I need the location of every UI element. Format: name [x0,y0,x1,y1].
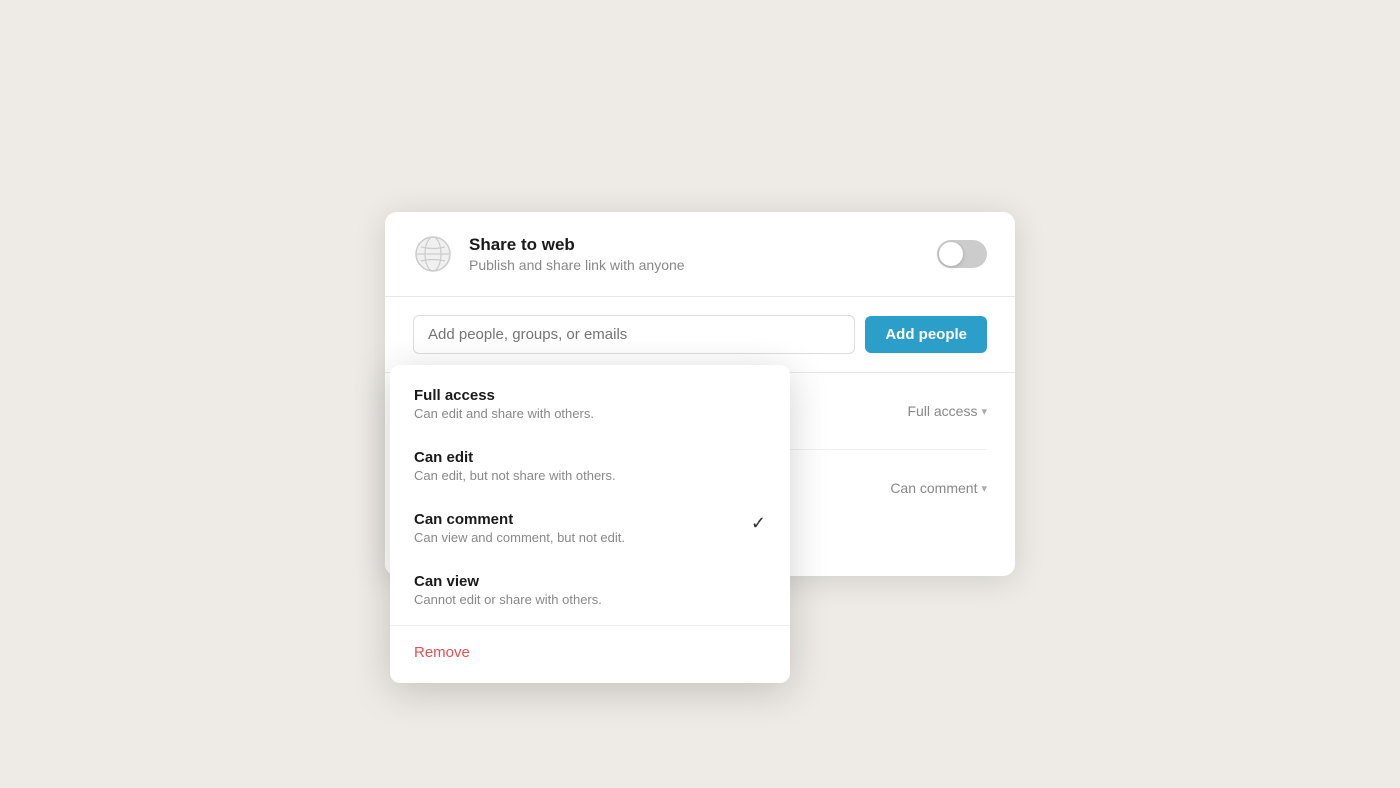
share-web-text: Share to web Publish and share link with… [469,235,921,273]
chevron-down-icon: ▾ [981,482,987,495]
share-to-web-section: Share to web Publish and share link with… [385,212,1015,297]
dropdown-item-content: Full access Can edit and share with othe… [414,387,766,421]
can-comment-label: Can comment [414,511,751,528]
check-icon: ✓ [751,513,766,534]
permission-remove[interactable]: Remove [390,630,790,675]
share-web-title: Share to web [469,235,921,255]
permission-can-view[interactable]: Can view Cannot edit or share with other… [390,559,790,621]
acme-access-label: Full access [907,403,977,419]
dropdown-item-content: Can view Cannot edit or share with other… [414,573,766,607]
chevron-down-icon: ▾ [981,405,987,418]
dropdown-item-content: Can comment Can view and comment, but no… [414,511,751,545]
permission-can-comment[interactable]: Can comment Can view and comment, but no… [390,497,790,559]
share-web-subtitle: Publish and share link with anyone [469,257,921,273]
add-people-button[interactable]: Add people [865,316,987,353]
dropdown-divider [390,625,790,626]
ada-access-label: Can comment [890,480,977,496]
add-people-input[interactable] [413,315,855,354]
toggle-knob [939,242,963,266]
full-access-label: Full access [414,387,766,404]
can-view-desc: Cannot edit or share with others. [414,592,766,607]
can-edit-label: Can edit [414,449,766,466]
add-people-row: Add people [385,297,1015,373]
can-view-label: Can view [414,573,766,590]
dropdown-item-content: Remove [414,644,766,661]
full-access-desc: Can edit and share with others. [414,406,766,421]
globe-icon [413,234,453,274]
permission-can-edit[interactable]: Can edit Can edit, but not share with ot… [390,435,790,497]
acme-access-dropdown[interactable]: Full access ▾ [907,403,987,419]
share-to-web-toggle[interactable] [937,240,987,268]
remove-label: Remove [414,644,766,661]
can-edit-desc: Can edit, but not share with others. [414,468,766,483]
ada-access-dropdown[interactable]: Can comment ▾ [890,480,987,496]
dropdown-item-content: Can edit Can edit, but not share with ot… [414,449,766,483]
can-comment-desc: Can view and comment, but not edit. [414,530,751,545]
permission-full-access[interactable]: Full access Can edit and share with othe… [390,373,790,435]
permission-dropdown: Full access Can edit and share with othe… [390,365,790,683]
